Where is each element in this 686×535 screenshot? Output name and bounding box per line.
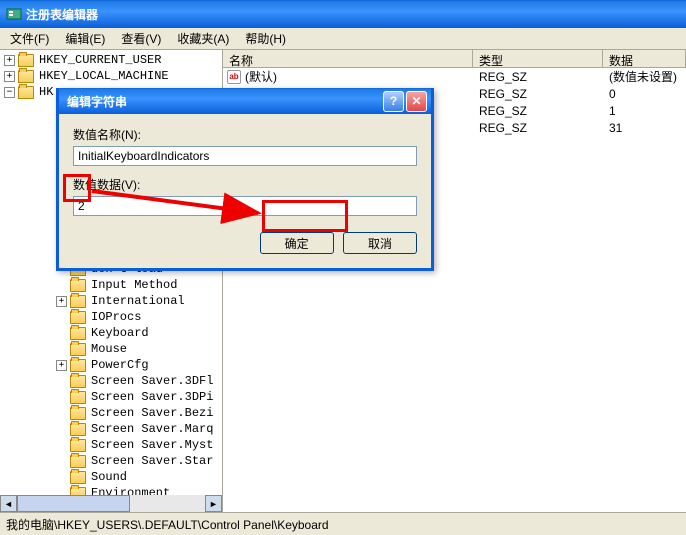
list-row[interactable]: ab (默认) REG_SZ (数值未设置) [223, 68, 686, 85]
menu-view[interactable]: 查看(V) [115, 28, 167, 49]
expand-icon[interactable]: − [4, 87, 15, 98]
expand-icon[interactable]: + [4, 71, 15, 82]
dialog-title-bar[interactable]: 编辑字符串 ? ✕ [59, 88, 431, 114]
expand-icon[interactable]: + [56, 360, 67, 371]
tree-item[interactable]: HKEY_CURRENT_USER [37, 53, 163, 67]
folder-icon [70, 423, 86, 436]
tree-item[interactable]: Keyboard [89, 326, 151, 340]
tree-item[interactable]: Sound [89, 470, 129, 484]
folder-icon [70, 359, 86, 372]
tree-item[interactable]: HKEY_LOCAL_MACHINE [37, 69, 171, 83]
menu-fav[interactable]: 收藏夹(A) [171, 28, 235, 49]
folder-icon [70, 391, 86, 404]
folder-icon [70, 455, 86, 468]
folder-icon [70, 295, 86, 308]
folder-icon [18, 86, 34, 99]
dialog-title: 编辑字符串 [67, 93, 127, 110]
folder-icon [70, 407, 86, 420]
close-button[interactable]: ✕ [406, 91, 427, 112]
value-type: REG_SZ [473, 121, 603, 135]
status-bar: 我的电脑\HKEY_USERS\.DEFAULT\Control Panel\K… [0, 512, 686, 534]
main-title-bar: 注册表编辑器 [0, 0, 686, 28]
value-data: 31 [603, 121, 686, 135]
folder-icon [18, 70, 34, 83]
tree-item[interactable]: PowerCfg [89, 358, 151, 372]
name-label: 数值名称(N): [73, 126, 417, 143]
edit-string-dialog: 编辑字符串 ? ✕ 数值名称(N): 数值数据(V): 确定 取消 [56, 88, 434, 271]
string-value-icon: ab [227, 70, 241, 84]
tree-item[interactable]: Screen Saver.Star [89, 454, 215, 468]
folder-icon [70, 311, 86, 324]
cancel-button[interactable]: 取消 [343, 232, 417, 254]
scroll-thumb[interactable] [17, 495, 130, 512]
value-type: REG_SZ [473, 70, 603, 84]
menu-help[interactable]: 帮助(H) [239, 28, 292, 49]
tree-item[interactable]: IOProcs [89, 310, 143, 324]
tree-h-scrollbar[interactable]: ◄ ► [0, 495, 222, 512]
help-button[interactable]: ? [383, 91, 404, 112]
value-data: 0 [603, 87, 686, 101]
tree-item[interactable]: Screen Saver.3DPi [89, 390, 215, 404]
expand-icon[interactable]: + [4, 55, 15, 66]
data-input[interactable] [73, 196, 417, 216]
tree-item[interactable]: Input Method [89, 278, 179, 292]
menu-file[interactable]: 文件(F) [4, 28, 55, 49]
folder-icon [70, 327, 86, 340]
col-type[interactable]: 类型 [473, 50, 603, 67]
col-name[interactable]: 名称 [223, 50, 473, 67]
folder-icon [70, 439, 86, 452]
tree-item[interactable]: Screen Saver.Marq [89, 422, 215, 436]
list-header: 名称 类型 数据 [223, 50, 686, 68]
value-type: REG_SZ [473, 104, 603, 118]
value-name: (默认) [245, 68, 277, 85]
menu-bar: 文件(F) 编辑(E) 查看(V) 收藏夹(A) 帮助(H) [0, 28, 686, 50]
tree-item[interactable]: Mouse [89, 342, 129, 356]
tree-item[interactable]: Screen Saver.Myst [89, 438, 215, 452]
folder-icon [70, 343, 86, 356]
col-data[interactable]: 数据 [603, 50, 686, 67]
status-path: 我的电脑\HKEY_USERS\.DEFAULT\Control Panel\K… [6, 518, 329, 532]
folder-icon [18, 54, 34, 67]
name-input[interactable] [73, 146, 417, 166]
menu-edit[interactable]: 编辑(E) [59, 28, 111, 49]
tree-item[interactable]: HK [37, 85, 55, 99]
regedit-icon [6, 6, 22, 22]
value-type: REG_SZ [473, 87, 603, 101]
folder-icon [70, 471, 86, 484]
scroll-right-icon[interactable]: ► [205, 495, 222, 512]
scroll-left-icon[interactable]: ◄ [0, 495, 17, 512]
data-label: 数值数据(V): [73, 176, 417, 193]
tree-item[interactable]: Screen Saver.Bezi [89, 406, 215, 420]
tree-item[interactable]: International [89, 294, 187, 308]
folder-icon [70, 375, 86, 388]
tree-item[interactable]: Screen Saver.3DFl [89, 374, 215, 388]
ok-button[interactable]: 确定 [260, 232, 334, 254]
expand-icon[interactable]: + [56, 296, 67, 307]
window-title: 注册表编辑器 [26, 6, 98, 23]
folder-icon [70, 279, 86, 292]
value-data: 1 [603, 104, 686, 118]
value-data: (数值未设置) [603, 68, 686, 85]
